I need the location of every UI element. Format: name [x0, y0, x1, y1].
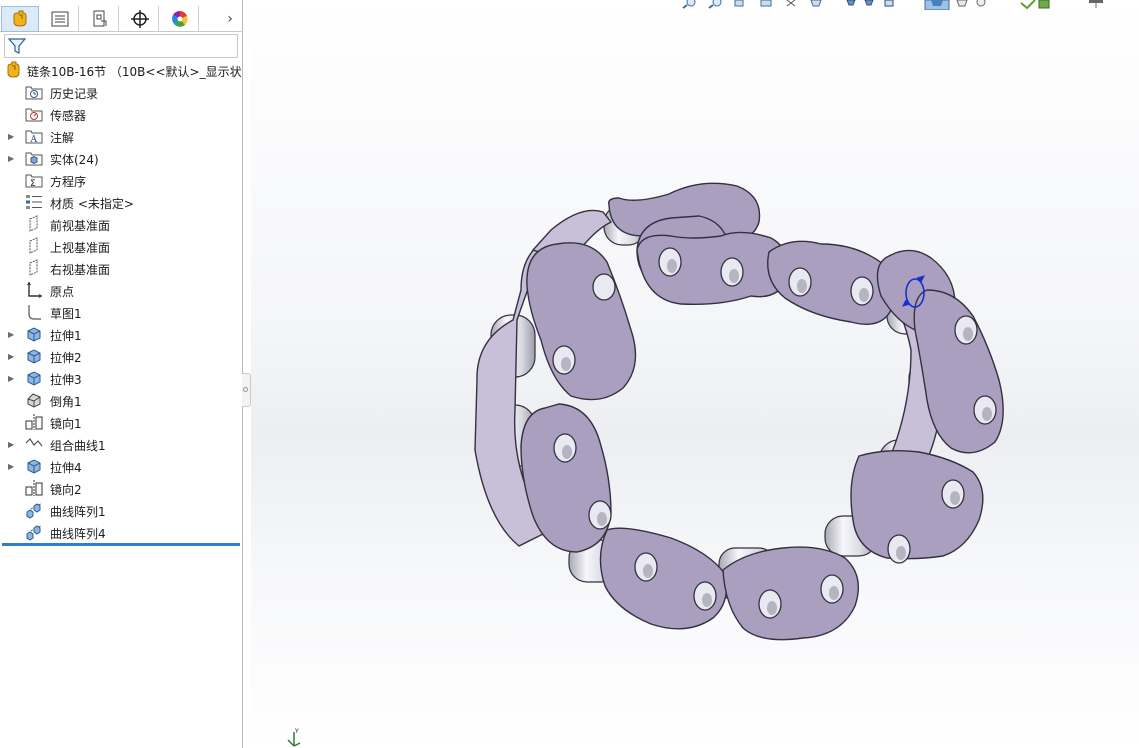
- tree-item-label: 传感器: [50, 109, 87, 123]
- material-icon: [26, 195, 42, 209]
- panel-splitter-handle[interactable]: [242, 373, 251, 407]
- feature-filter-input[interactable]: [4, 34, 238, 58]
- triad-y-label: Y: [294, 728, 299, 735]
- tree-root-part[interactable]: 链条10B-16节 （10B<<默认>_显示状态: [0, 59, 242, 81]
- tree-item-curve-pattern1[interactable]: 曲线阵列1: [0, 499, 242, 521]
- sketch-icon: [28, 305, 41, 320]
- tree-item-material[interactable]: 材质 <未指定>: [0, 191, 242, 213]
- tree-item-sensors[interactable]: 传感器: [0, 103, 242, 125]
- tree-item-label: 拉伸2: [50, 351, 82, 365]
- reference-triad-icon: Y: [287, 728, 301, 747]
- expand-arrow-icon[interactable]: ▶: [8, 433, 16, 455]
- origin-icon: [27, 281, 43, 298]
- tree-item-top-plane[interactable]: 上视基准面: [0, 235, 242, 257]
- curve-pattern-icon: [26, 503, 42, 519]
- tree-item-solid-bodies[interactable]: ▶ 实体(24): [0, 147, 242, 169]
- tree-item-label: 注解: [50, 131, 75, 145]
- displaymanager-tab[interactable]: [161, 6, 199, 32]
- plane-icon: [29, 215, 38, 232]
- tree-item-label: 组合曲线1: [50, 439, 106, 453]
- featuremanager-icon: [13, 10, 27, 27]
- tree-item-right-plane[interactable]: 右视基准面: [0, 257, 242, 279]
- part-icon: [7, 61, 20, 78]
- chamfer-icon: [27, 393, 41, 408]
- history-folder-icon: [25, 86, 43, 100]
- color-wheel-icon: [171, 10, 188, 27]
- expand-arrow-icon[interactable]: ▶: [8, 345, 16, 367]
- tree-item-label: 草图1: [50, 307, 82, 321]
- rollback-bar[interactable]: [2, 543, 240, 546]
- feature-manager-panel: › 链条10B-16节 （10B<<默认>_显示状态 历史记录 传感器 ▶ A …: [0, 0, 243, 748]
- roller-chain-model[interactable]: [251, 0, 1139, 748]
- tree-item-equations[interactable]: Σ 方程序: [0, 169, 242, 191]
- filter-icon: [8, 38, 26, 54]
- curve-pattern-icon: [26, 525, 42, 541]
- tree-item-mirror2[interactable]: 镜向2: [0, 477, 242, 499]
- expand-arrow-icon[interactable]: ▶: [8, 323, 16, 345]
- tree-item-extrude4[interactable]: ▶ 拉伸4: [0, 455, 242, 477]
- tree-item-label: 曲线阵列4: [50, 527, 106, 541]
- tree-item-extrude1[interactable]: ▶ 拉伸1: [0, 323, 242, 345]
- tree-item-label: 曲线阵列1: [50, 505, 106, 519]
- tree-item-label: 上视基准面: [50, 241, 111, 255]
- tree-item-sketch1[interactable]: 草图1: [0, 301, 242, 323]
- solid-bodies-folder-icon: [25, 152, 43, 166]
- tree-item-extrude2[interactable]: ▶ 拉伸2: [0, 345, 242, 367]
- tree-item-label: 材质 <未指定>: [50, 197, 134, 211]
- graphics-area[interactable]: Y: [251, 0, 1139, 748]
- property-list-icon: [51, 11, 68, 27]
- expand-arrow-icon[interactable]: ▶: [8, 455, 16, 477]
- plane-icon: [29, 237, 38, 254]
- crosshair-icon: [130, 10, 149, 28]
- tree-item-label: 镜向2: [50, 483, 82, 497]
- sensors-folder-icon: [25, 108, 43, 122]
- mirror-icon: [25, 414, 43, 430]
- tree-item-mirror1[interactable]: 镜向1: [0, 411, 242, 433]
- tree-item-label: 方程序: [50, 175, 87, 189]
- tree-root-label: 链条10B-16节 （10B<<默认>_显示状态: [27, 65, 242, 79]
- tree-item-history[interactable]: 历史记录: [0, 81, 242, 103]
- chain-link-plates: [474, 182, 1004, 641]
- extrude-icon: [27, 371, 41, 386]
- extrude-icon: [27, 327, 41, 342]
- tree-item-front-plane[interactable]: 前视基准面: [0, 213, 242, 235]
- annotations-folder-icon: A: [25, 130, 43, 145]
- composite-curve-icon: [25, 438, 43, 447]
- equations-folder-icon: Σ: [25, 174, 43, 189]
- propertymanager-tab[interactable]: [41, 6, 79, 32]
- dimxpertmanager-tab[interactable]: [121, 6, 159, 32]
- tree-item-extrude3[interactable]: ▶ 拉伸3: [0, 367, 242, 389]
- extrude-icon: [27, 459, 41, 474]
- expand-arrow-icon[interactable]: ▶: [8, 367, 16, 389]
- svg-text:Σ: Σ: [30, 179, 36, 189]
- tree-item-origin[interactable]: 原点: [0, 279, 242, 301]
- tree-item-label: 倒角1: [50, 395, 82, 409]
- tree-item-annotations[interactable]: ▶ A 注解: [0, 125, 242, 147]
- configuration-icon: [93, 10, 106, 27]
- manager-tabs: ›: [0, 6, 243, 32]
- plane-icon: [29, 259, 38, 276]
- mirror-icon: [25, 480, 43, 496]
- expand-arrow-icon[interactable]: ▶: [8, 125, 16, 147]
- extrude-icon: [27, 349, 41, 364]
- expand-arrow-icon[interactable]: ▶: [8, 147, 16, 169]
- tree-item-label: 前视基准面: [50, 219, 111, 233]
- featuremanager-tab[interactable]: [1, 6, 39, 32]
- tree-item-label: 镜向1: [50, 417, 82, 431]
- tree-item-label: 拉伸1: [50, 329, 82, 343]
- tree-item-label: 拉伸3: [50, 373, 82, 387]
- more-tabs-chevron[interactable]: ›: [218, 6, 242, 32]
- tree-item-chamfer1[interactable]: 倒角1: [0, 389, 242, 411]
- tree-item-label: 历史记录: [50, 87, 99, 101]
- configurationmanager-tab[interactable]: [81, 6, 119, 32]
- tree-item-label: 原点: [50, 285, 75, 299]
- tree-item-label: 实体(24): [50, 153, 99, 167]
- tree-item-curve-pattern4[interactable]: 曲线阵列4: [0, 521, 242, 543]
- tree-item-label: 拉伸4: [50, 461, 82, 475]
- svg-text:A: A: [30, 135, 38, 145]
- tree-item-label: 右视基准面: [50, 263, 111, 277]
- tree-item-composite-curve1[interactable]: ▶ 组合曲线1: [0, 433, 242, 455]
